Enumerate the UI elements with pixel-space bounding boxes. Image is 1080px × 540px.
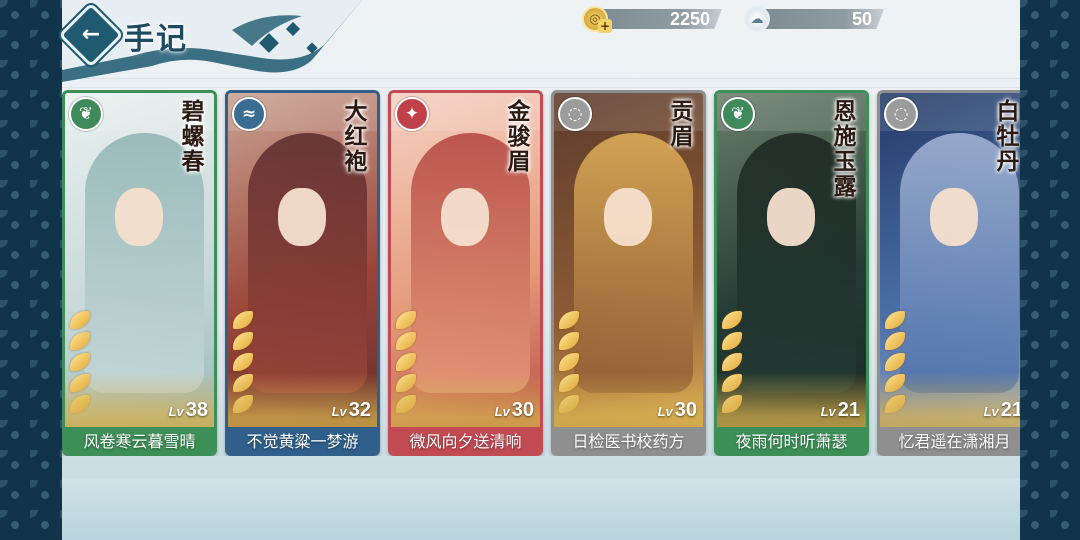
gold-leaf-icon	[233, 332, 253, 350]
level-prefix: Lv	[168, 404, 184, 419]
level-label: Lv 38	[169, 399, 208, 422]
level-label: Lv21	[984, 399, 1020, 422]
card-caption: 微风向夕送清响	[391, 427, 540, 453]
gold-leaf-icon	[885, 353, 905, 371]
gold-leaf-icon	[722, 311, 742, 329]
card-list: ❦ 碧螺春 Lv 38 风卷寒云暮雪晴 ≈ 大红袍 Lv 32 不觉黄粱一梦游 ✦ 金骏眉 Lv 30 微风…	[62, 90, 1020, 456]
character-face	[767, 188, 815, 246]
character-card[interactable]: ≈ 大红袍 Lv 32 不觉黄粱一梦游	[225, 90, 380, 456]
gold-leaf-icon	[70, 311, 90, 329]
character-face	[441, 188, 489, 246]
coin-amount: 2250	[669, 9, 710, 29]
character-face	[278, 188, 326, 246]
level-label: Lv 32	[332, 399, 371, 422]
gold-leaf-icon	[233, 311, 253, 329]
character-card[interactable]: ◌ 贡眉 Lv 30 日检医书校药方	[551, 90, 706, 456]
gold-leaf-icon	[885, 311, 905, 329]
page-title: 手记	[124, 22, 188, 57]
card-caption: 风卷寒云暮雪晴	[65, 427, 214, 453]
card-caption: 不觉黄粱一梦游	[228, 427, 377, 453]
gold-leaf-icon	[70, 332, 90, 350]
character-name: 恩施玉露	[833, 98, 857, 200]
wind-icon: ◌	[884, 97, 918, 131]
left-border-pattern	[0, 0, 62, 540]
gold-leaf-icon	[559, 311, 579, 329]
wind-icon: ◌	[558, 97, 592, 131]
character-name: 碧螺春	[181, 98, 205, 175]
level-prefix: Lv	[983, 404, 999, 419]
level-prefix: Lv	[657, 404, 673, 419]
leaf-icon: ❦	[721, 97, 755, 131]
character-face	[115, 188, 163, 246]
gold-leaf-icon	[233, 353, 253, 371]
gold-leaf-icon	[70, 353, 90, 371]
floor-area	[62, 478, 1020, 540]
character-card[interactable]: ✦ 金骏眉 Lv 30 微风向夕送清响	[388, 90, 543, 456]
character-card[interactable]: ◌ 白牡丹 Lv21 忆君遥在潇湘月	[877, 90, 1020, 456]
character-name: 金骏眉	[507, 98, 531, 175]
card-caption: 日检医书校药方	[554, 427, 703, 453]
level-label: Lv 30	[495, 399, 534, 422]
level-label: Lv 30	[658, 399, 697, 422]
character-name: 贡眉	[670, 98, 694, 150]
water-icon: ≈	[232, 97, 266, 131]
card-caption: 夜雨何时听萧瑟	[717, 427, 866, 453]
level-prefix: Lv	[331, 404, 347, 419]
right-border-pattern	[1020, 0, 1080, 540]
add-coin-icon[interactable]: +	[598, 19, 612, 33]
gold-leaf-icon	[722, 353, 742, 371]
gold-leaf-icon	[885, 332, 905, 350]
level-value: 21	[837, 399, 860, 421]
level-value: 30	[511, 399, 534, 421]
character-card[interactable]: ❦ 碧螺春 Lv 38 风卷寒云暮雪晴	[62, 90, 217, 456]
level-prefix: Lv	[494, 404, 510, 419]
gold-leaf-icon	[722, 332, 742, 350]
character-face	[604, 188, 652, 246]
cloud-counter[interactable]: ☁ 50	[744, 6, 894, 32]
character-card[interactable]: ❦ 恩施玉露 Lv 21 夜雨何时听萧瑟	[714, 90, 869, 456]
leaf-icon: ❦	[69, 97, 103, 131]
fire-icon: ✦	[395, 97, 429, 131]
card-caption: 忆君遥在潇湘月	[880, 427, 1020, 453]
gold-leaf-icon	[396, 332, 416, 350]
character-figure	[574, 133, 693, 393]
cloud-icon: ☁	[744, 6, 770, 32]
cloud-amount: 50	[851, 9, 872, 29]
level-label: Lv21	[821, 399, 860, 422]
level-prefix: Lv	[820, 404, 836, 419]
character-face	[930, 188, 978, 246]
gold-leaf-icon	[559, 332, 579, 350]
level-value: 38	[185, 399, 208, 421]
level-value: 32	[348, 399, 371, 421]
character-name: 大红袍	[344, 98, 368, 175]
character-name: 白牡丹	[996, 98, 1020, 175]
coin-counter[interactable]: ◎ + 2250	[582, 6, 732, 33]
gold-leaf-icon	[396, 311, 416, 329]
level-value: 21	[1000, 399, 1020, 421]
gold-leaf-icon	[396, 353, 416, 371]
gold-leaf-icon	[559, 353, 579, 371]
back-arrow-icon: ←	[81, 22, 101, 47]
level-value: 30	[674, 399, 697, 421]
